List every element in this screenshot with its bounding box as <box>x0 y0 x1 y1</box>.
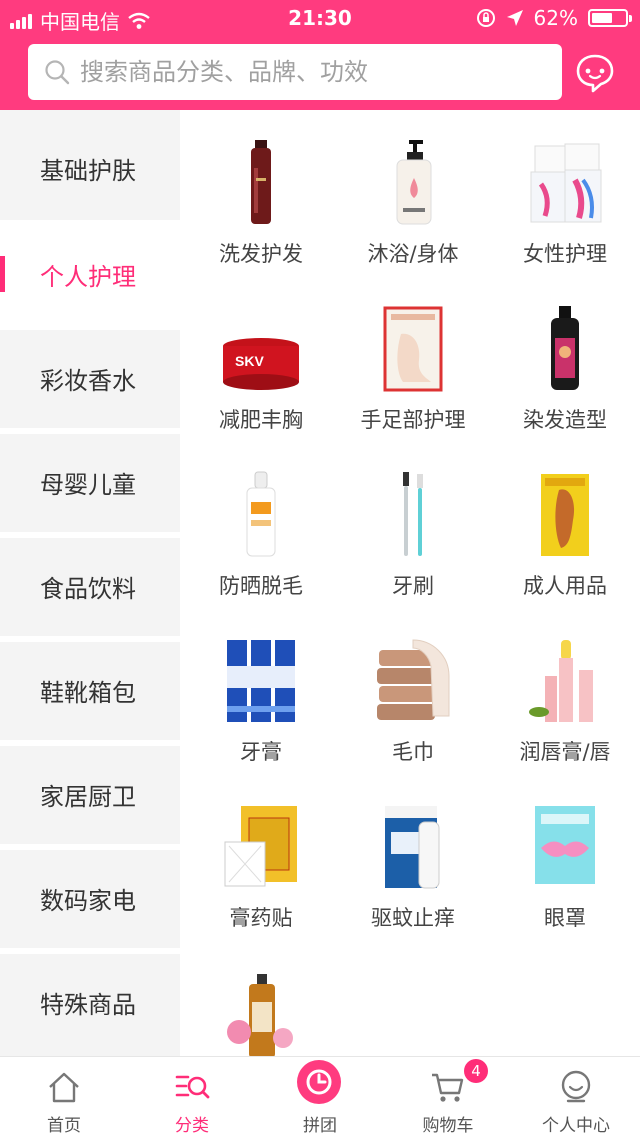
tab-label: 个人中心 <box>542 1116 610 1136</box>
subcategory-label: 润唇膏/唇 <box>519 740 611 764</box>
sidebar-item-makeup-perfume[interactable]: 彩妆香水 <box>0 328 180 428</box>
subcategory-item[interactable]: 防晒脱毛 <box>185 442 337 602</box>
subcategory-item[interactable]: 洗发护发 <box>185 110 337 270</box>
sidebar-item-personal-care[interactable]: 个人护理 <box>0 224 180 324</box>
tab-label: 首页 <box>47 1116 81 1136</box>
subcategory-item[interactable]: 毛巾 <box>337 608 489 768</box>
tab-label: 拼团 <box>303 1116 337 1136</box>
subcategory-label: 女性护理 <box>523 242 607 266</box>
tab-label: 购物车 <box>422 1116 474 1136</box>
subcategory-item[interactable]: 女性护理 <box>489 110 640 270</box>
subcategory-item[interactable]: 眼罩 <box>489 774 640 934</box>
subcategory-label: 毛巾 <box>392 740 434 764</box>
tab-group-buy[interactable]: 拼团 <box>256 1057 384 1139</box>
subcategory-item[interactable]: 驱蚊止痒 <box>337 774 489 934</box>
location-icon <box>506 10 523 26</box>
search-icon <box>45 60 70 85</box>
sidebar-item-skincare[interactable]: 基础护肤 <box>0 118 180 218</box>
subcategory-label: 减肥丰胸 <box>219 408 303 432</box>
foot-mask-icon <box>373 304 453 394</box>
subcategory-label: 眼罩 <box>544 906 586 930</box>
battery-percent: 62% <box>533 6 578 30</box>
sanitary-pads-icon <box>525 138 605 228</box>
group-buy-clock-icon <box>297 1060 341 1104</box>
sidebar-item-special-goods[interactable]: 特殊商品 <box>0 952 180 1052</box>
search-bar[interactable] <box>28 44 562 100</box>
subcategory-label: 染发造型 <box>523 408 607 432</box>
subcategory-label: 膏药贴 <box>229 906 293 930</box>
sidebar-item-label: 基础护肤 <box>40 156 136 185</box>
cart-icon <box>432 1073 464 1102</box>
towel-icon <box>373 636 453 726</box>
cart-badge: 4 <box>464 1059 488 1083</box>
subcategory-item[interactable]: 染发造型 <box>489 276 640 436</box>
subcategory-item[interactable]: 沐浴/身体 <box>337 110 489 270</box>
home-icon <box>49 1072 79 1103</box>
tab-category[interactable]: 分类 <box>128 1057 256 1139</box>
body-wash-bottle-icon <box>373 138 453 228</box>
sidebar-item-shoes-bags[interactable]: 鞋靴箱包 <box>0 640 180 740</box>
subcategory-item[interactable]: 手足部护理 <box>337 276 489 436</box>
sunscreen-spray-icon <box>221 470 301 560</box>
subcategory-grid: 洗发护发 沐浴/身体 女性护理 SKV 减肥丰胸 手足部护理 染发造型 防晒脱毛… <box>180 110 640 1056</box>
subcategory-item[interactable]: SKV 减肥丰胸 <box>185 276 337 436</box>
toothbrush-icon <box>373 470 453 560</box>
tab-label: 分类 <box>175 1116 209 1136</box>
battery-level <box>592 13 612 23</box>
subcategory-label: 成人用品 <box>523 574 607 598</box>
subcategory-label: 沐浴/身体 <box>367 242 459 266</box>
sidebar-item-home-kitchen[interactable]: 家居厨卫 <box>0 744 180 844</box>
status-bar: 中国电信 21:30 62% <box>0 0 640 36</box>
sidebar-item-label: 彩妆香水 <box>40 366 136 395</box>
sidebar-item-label: 家居厨卫 <box>40 782 136 811</box>
sidebar-item-label: 个人护理 <box>40 262 136 291</box>
cream-jar-icon: SKV <box>221 304 301 394</box>
sidebar-item-label: 特殊商品 <box>40 990 136 1019</box>
subcategory-label: 洗发护发 <box>219 242 303 266</box>
sidebar-item-mother-baby[interactable]: 母婴儿童 <box>0 432 180 532</box>
subcategory-label: 防晒脱毛 <box>219 574 303 598</box>
plaster-patch-icon <box>221 802 301 892</box>
subcategory-label: 手足部护理 <box>360 408 466 432</box>
subcategory-item[interactable]: 润唇膏/唇 <box>489 608 640 768</box>
subcategory-label: 驱蚊止痒 <box>371 906 455 930</box>
subcategory-item[interactable]: 牙刷 <box>337 442 489 602</box>
adult-product-box-icon <box>525 470 605 560</box>
sidebar-item-label: 母婴儿童 <box>40 470 136 499</box>
eye-mask-icon <box>525 802 605 892</box>
mosquito-repellent-icon <box>373 802 453 892</box>
lip-balm-icon <box>525 636 605 726</box>
subcategory-label: 牙膏 <box>240 740 282 764</box>
toothpaste-icon <box>221 636 301 726</box>
subcategory-item[interactable] <box>185 940 337 1056</box>
sidebar-item-label: 食品饮料 <box>40 574 136 603</box>
subcategory-item[interactable]: 成人用品 <box>489 442 640 602</box>
tab-cart[interactable]: 4 购物车 <box>384 1057 512 1139</box>
category-sidebar: 基础护肤 个人护理 彩妆香水 母婴儿童 食品饮料 鞋靴箱包 家居厨卫 数码家电 … <box>0 110 180 1056</box>
profile-icon <box>561 1070 591 1103</box>
shampoo-bottle-icon <box>221 138 301 228</box>
hair-dye-bottle-icon <box>525 304 605 394</box>
subcategory-label: 牙刷 <box>392 574 434 598</box>
essential-oil-bottle-icon <box>221 968 301 1056</box>
sidebar-item-label: 数码家电 <box>40 886 136 915</box>
sidebar-item-digital-appliances[interactable]: 数码家电 <box>0 848 180 948</box>
bottom-tab-bar: 首页 分类 拼团 4 购物车 个人中心 <box>0 1056 640 1139</box>
tab-profile[interactable]: 个人中心 <box>512 1057 640 1139</box>
battery-icon <box>588 9 632 27</box>
subcategory-item[interactable]: 膏药贴 <box>185 774 337 934</box>
category-search-icon <box>175 1075 210 1099</box>
rotation-lock-icon <box>476 9 495 27</box>
tab-home[interactable]: 首页 <box>0 1057 128 1139</box>
sidebar-item-food-drinks[interactable]: 食品饮料 <box>0 536 180 636</box>
svg-text:SKV: SKV <box>235 353 264 369</box>
subcategory-item[interactable]: 牙膏 <box>185 608 337 768</box>
header: 中国电信 21:30 62% <box>0 0 640 110</box>
message-icon[interactable] <box>574 52 616 94</box>
search-input[interactable] <box>78 57 542 87</box>
status-right: 62% <box>476 6 632 30</box>
sidebar-item-label: 鞋靴箱包 <box>40 678 136 707</box>
